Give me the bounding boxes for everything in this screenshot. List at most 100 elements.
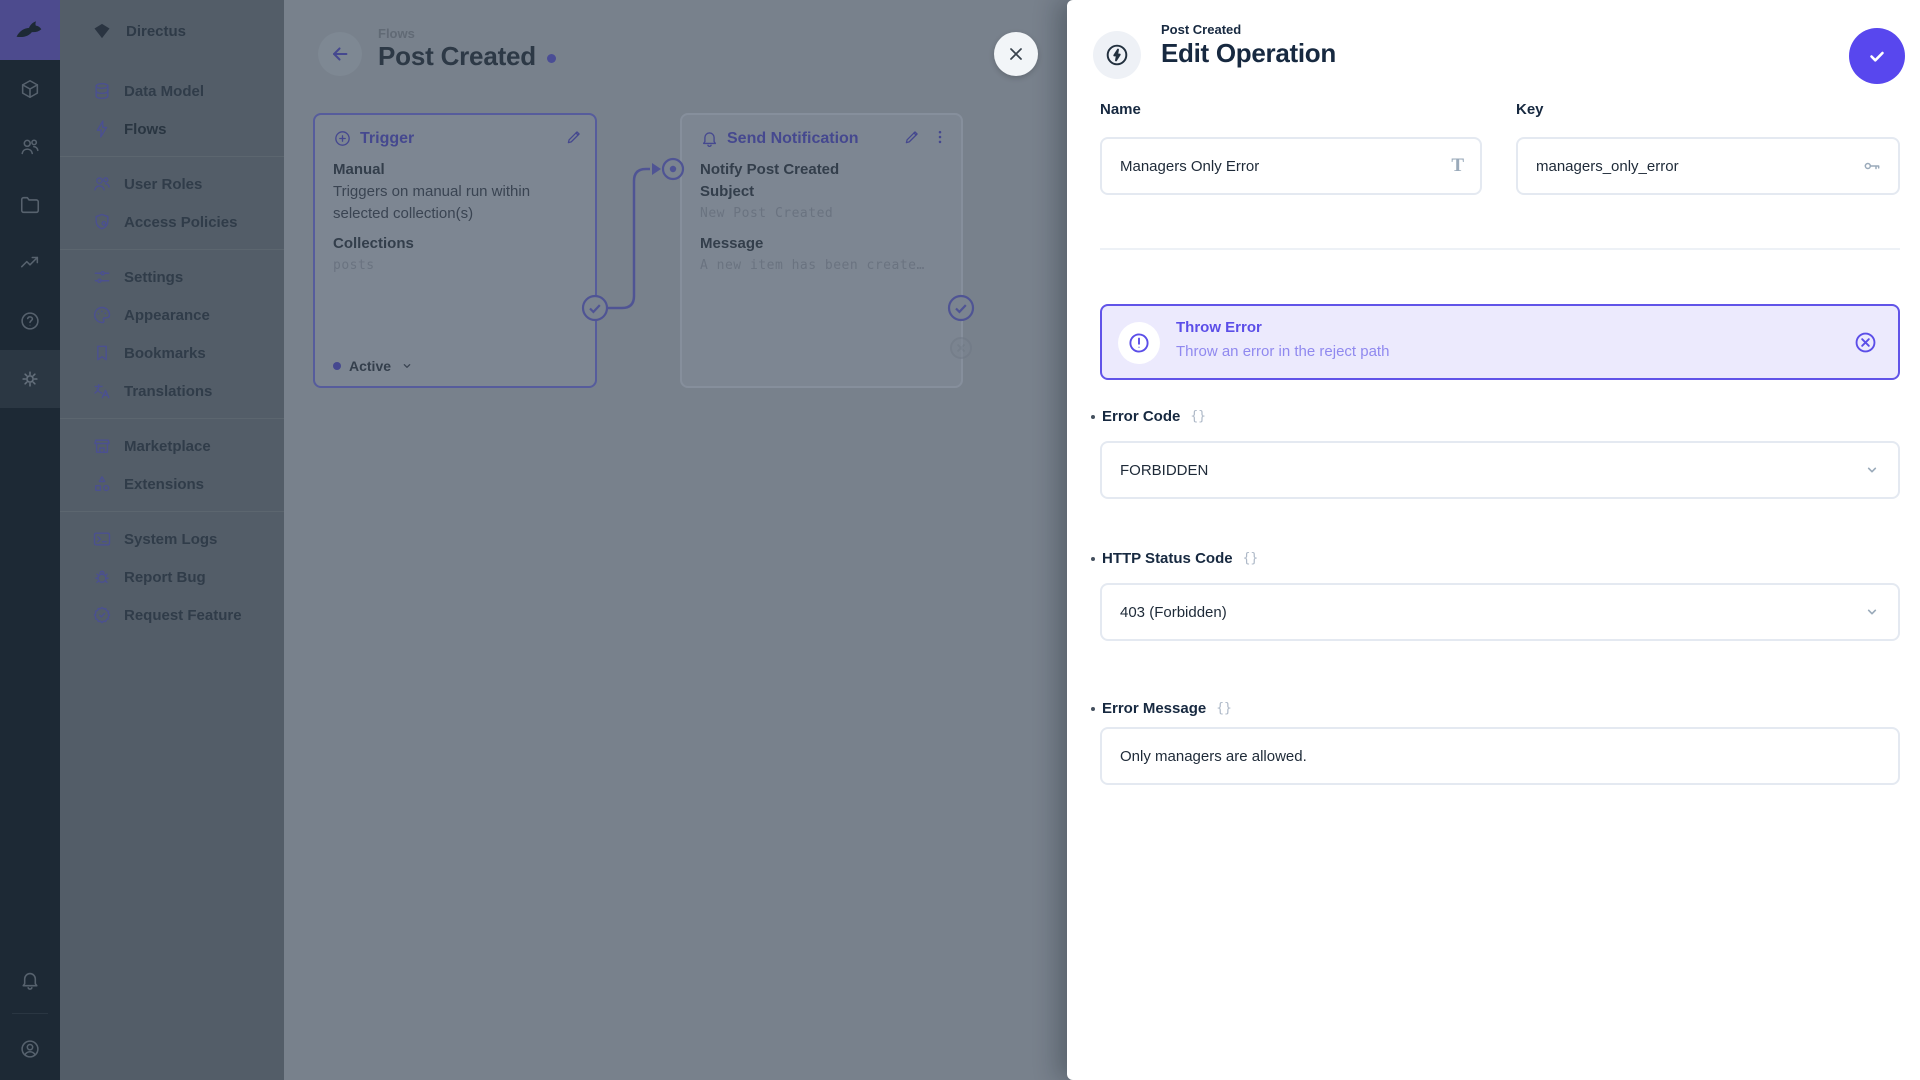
user-menu-button[interactable] <box>0 1018 60 1080</box>
module-docs[interactable] <box>0 292 60 350</box>
edit-operation-icon[interactable] <box>903 128 921 146</box>
sidebar-item-access-policies[interactable]: Access Policies <box>60 203 284 241</box>
user-circle-icon <box>19 1038 41 1060</box>
module-settings[interactable] <box>0 350 60 408</box>
badge-check-icon <box>92 605 112 625</box>
subject-label: Subject <box>700 181 947 203</box>
error-code-select[interactable]: FORBIDDEN <box>1100 441 1900 499</box>
sidebar-item-data-model[interactable]: Data Model <box>60 72 284 110</box>
chevron-down-icon <box>399 358 415 374</box>
key-icon <box>1862 156 1882 176</box>
collections-value: posts <box>333 255 581 277</box>
circle-x-icon <box>1853 330 1878 355</box>
key-input[interactable]: managers_only_error <box>1516 137 1900 195</box>
operation-name: Notify Post Created <box>700 159 947 181</box>
save-button[interactable] <box>1849 28 1905 84</box>
collections-label: Collections <box>333 233 581 255</box>
help-icon <box>19 310 41 332</box>
sidebar-item-bookmarks[interactable]: Bookmarks <box>60 334 284 372</box>
operation-type-description: Throw an error in the reject path <box>1176 343 1389 360</box>
directus-logo[interactable] <box>0 0 60 60</box>
module-insights[interactable] <box>0 234 60 292</box>
context-menu-icon[interactable] <box>931 128 949 146</box>
sidebar-item-flows[interactable]: Flows <box>60 110 284 148</box>
module-users[interactable] <box>0 118 60 176</box>
directus-rabbit-icon <box>13 13 47 47</box>
connection-wire <box>607 169 650 308</box>
active-status-dot <box>333 362 341 370</box>
error-code-value: FORBIDDEN <box>1120 462 1208 479</box>
back-button[interactable] <box>318 32 362 76</box>
flow-status-dot <box>547 54 556 63</box>
diamond-icon <box>92 21 112 41</box>
nav-divider <box>60 418 284 419</box>
sidebar-item-extensions[interactable]: Extensions <box>60 465 284 503</box>
raw-value-icon[interactable]: {} <box>1243 551 1259 566</box>
sidebar-item-label: System Logs <box>124 531 217 548</box>
sidebar-item-appearance[interactable]: Appearance <box>60 296 284 334</box>
trigger-type: Manual <box>333 159 581 181</box>
page-title: Post Created <box>378 41 536 72</box>
folder-icon <box>19 194 41 216</box>
gear-icon <box>19 368 41 390</box>
operation-card-title: Send Notification <box>727 130 859 148</box>
sidebar-item-user-roles[interactable]: User Roles <box>60 165 284 203</box>
palette-icon <box>92 305 112 325</box>
sidebar-item-report-bug[interactable]: Report Bug <box>60 558 284 596</box>
throw-error-icon <box>1118 322 1160 364</box>
module-content[interactable] <box>0 60 60 118</box>
connection-arrowhead <box>652 163 661 175</box>
users-icon <box>19 136 41 158</box>
error-message-input[interactable]: Only managers are allowed. <box>1100 727 1900 785</box>
flow-canvas: Flows Post Created Trigger Manual Trigge… <box>284 0 1067 1080</box>
notifications-button[interactable] <box>0 951 60 1009</box>
trigger-description-2: selected collection(s) <box>333 203 581 225</box>
edited-dot <box>1091 415 1095 419</box>
cube-icon <box>19 78 41 100</box>
bolt-icon <box>92 119 112 139</box>
chevron-down-icon <box>1862 602 1882 622</box>
sidebar-item-settings[interactable]: Settings <box>60 258 284 296</box>
extension-icon <box>92 474 112 494</box>
sidebar-item-label: Settings <box>124 269 183 286</box>
sidebar-item-system-logs[interactable]: System Logs <box>60 520 284 558</box>
operation-card-send-notification[interactable]: Send Notification Notify Post Created Su… <box>680 113 963 388</box>
sidebar-item-label: Marketplace <box>124 438 211 455</box>
edit-trigger-icon[interactable] <box>565 128 583 146</box>
flow-status-toggle[interactable]: Active <box>333 358 415 374</box>
nav-divider <box>60 249 284 250</box>
error-code-label: Error Code {} <box>1102 408 1206 425</box>
module-files[interactable] <box>0 176 60 234</box>
sidebar-item-label: Translations <box>124 383 212 400</box>
http-status-label: HTTP Status Code {} <box>1102 550 1258 567</box>
sidebar-item-request-feature[interactable]: Request Feature <box>60 596 284 634</box>
sidebar-item-label: Report Bug <box>124 569 206 586</box>
http-status-select[interactable]: 403 (Forbidden) <box>1100 583 1900 641</box>
operation-type-title: Throw Error <box>1176 319 1262 336</box>
terminal-icon <box>92 529 112 549</box>
flow-status-label: Active <box>349 358 391 374</box>
bug-icon <box>92 567 112 587</box>
sidebar-item-marketplace[interactable]: Marketplace <box>60 427 284 465</box>
close-drawer-button[interactable] <box>994 32 1038 76</box>
trigger-card-title: Trigger <box>360 130 414 148</box>
raw-value-icon[interactable]: {} <box>1190 409 1206 424</box>
error-message-label: Error Message {} <box>1102 700 1232 717</box>
nav-sidebar: Directus Data ModelFlows User RolesAccess… <box>60 0 284 1080</box>
close-icon <box>1006 44 1026 64</box>
bell-icon <box>19 969 41 991</box>
name-label: Name <box>1100 101 1141 118</box>
name-input[interactable]: Managers Only Error T <box>1100 137 1482 195</box>
tune-icon <box>92 267 112 287</box>
sidebar-item-label: Request Feature <box>124 607 242 624</box>
sidebar-item-translations[interactable]: Translations <box>60 372 284 410</box>
trigger-card[interactable]: Trigger Manual Triggers on manual run wi… <box>313 113 597 388</box>
module-bar <box>0 0 60 1080</box>
raw-value-icon[interactable]: {} <box>1216 701 1232 716</box>
message-value: A new item has been create… <box>700 255 947 277</box>
users-icon <box>92 174 112 194</box>
project-header[interactable]: Directus <box>60 0 284 62</box>
message-label: Message <box>700 233 947 255</box>
edit-operation-drawer: Post Created Edit Operation Name Manager… <box>1067 0 1920 1080</box>
deselect-operation-button[interactable] <box>1853 330 1878 355</box>
